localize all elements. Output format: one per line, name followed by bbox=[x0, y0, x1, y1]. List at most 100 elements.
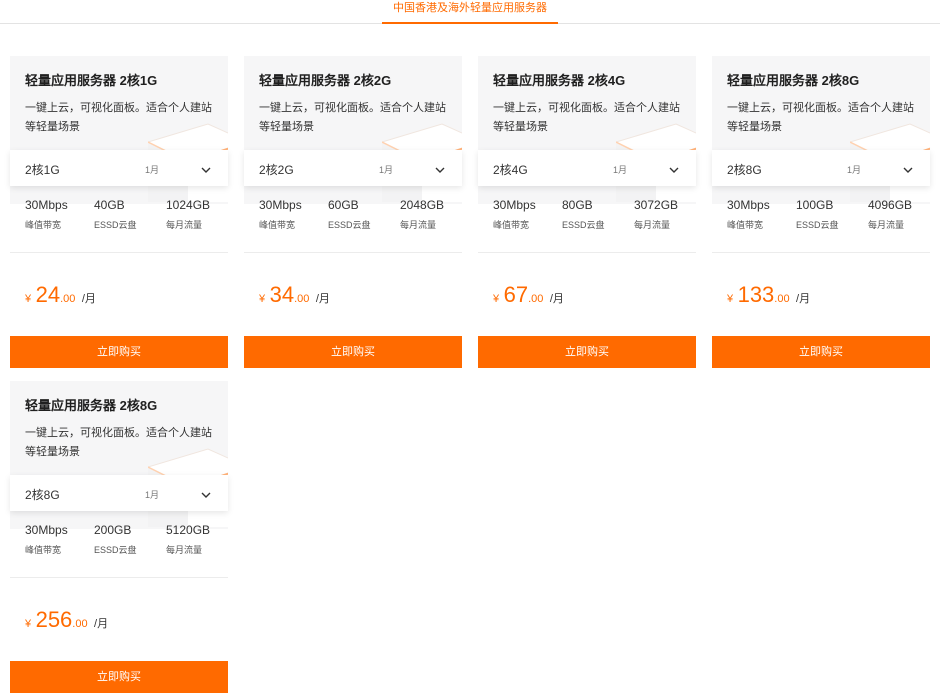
product-card: 轻量应用服务器 2核4G 一键上云，可视化面板。适合个人建站等轻量场景 2核4G… bbox=[478, 56, 696, 368]
spec-item: 30Mbps 峰值带宽 bbox=[25, 523, 68, 556]
product-card: 轻量应用服务器 2核8G 一键上云，可视化面板。适合个人建站等轻量场景 2核8G… bbox=[10, 381, 228, 693]
chevron-down-icon[interactable] bbox=[903, 162, 913, 173]
config-select[interactable]: 2核8G 1月 bbox=[10, 475, 228, 511]
spec-value: 2048GB bbox=[400, 198, 445, 212]
spec-value: 5120GB bbox=[166, 523, 211, 537]
spec-value: 30Mbps bbox=[493, 198, 536, 212]
divider bbox=[10, 577, 228, 578]
price-decimal: .00 bbox=[60, 293, 76, 305]
product-title: 轻量应用服务器 2核8G bbox=[727, 73, 860, 88]
chevron-down-icon[interactable] bbox=[669, 162, 679, 173]
price: ¥ 67.00 /月 bbox=[493, 282, 564, 308]
spec-value: 30Mbps bbox=[727, 198, 770, 212]
spec-label: ESSD云盘 bbox=[328, 220, 371, 230]
buy-now-button[interactable]: 立即购买 bbox=[478, 336, 696, 368]
price-integer: 256 bbox=[35, 607, 73, 632]
spec-label: 每月流量 bbox=[166, 545, 203, 555]
region-tab-bar: 中国香港及海外轻量应用服务器 bbox=[0, 0, 940, 24]
price-unit: /月 bbox=[315, 293, 330, 305]
spec-value: 30Mbps bbox=[25, 523, 68, 537]
currency-symbol: ¥ bbox=[259, 293, 266, 305]
duration-value: 1月 bbox=[847, 165, 862, 175]
spec-item: 40GB ESSD云盘 bbox=[94, 198, 137, 231]
config-value: 2核1G bbox=[25, 163, 60, 177]
divider bbox=[712, 252, 930, 253]
spec-item: 3072GB 每月流量 bbox=[634, 198, 678, 231]
spec-item: 200GB ESSD云盘 bbox=[94, 523, 137, 556]
spec-label: 峰值带宽 bbox=[259, 220, 296, 230]
price-unit: /月 bbox=[549, 293, 564, 305]
product-description: 一键上云，可视化面板。适合个人建站等轻量场景 bbox=[727, 102, 914, 133]
currency-symbol: ¥ bbox=[493, 293, 500, 305]
spec-item: 30Mbps 峰值带宽 bbox=[259, 198, 302, 231]
currency-symbol: ¥ bbox=[25, 618, 32, 630]
price: ¥ 34.00 /月 bbox=[259, 282, 330, 308]
currency-symbol: ¥ bbox=[727, 293, 734, 305]
spec-list: 30Mbps 峰值带宽 60GB ESSD云盘 2048GB 每月流量 bbox=[244, 198, 462, 252]
spec-value: 30Mbps bbox=[25, 198, 68, 212]
duration-value: 1月 bbox=[613, 165, 628, 175]
currency-symbol: ¥ bbox=[25, 293, 32, 305]
price: ¥ 133.00 /月 bbox=[727, 282, 810, 308]
spec-item: 1024GB 每月流量 bbox=[166, 198, 210, 231]
spec-list: 30Mbps 峰值带宽 80GB ESSD云盘 3072GB 每月流量 bbox=[478, 198, 696, 252]
divider bbox=[244, 252, 462, 253]
config-value: 2核8G bbox=[25, 488, 60, 502]
buy-now-button[interactable]: 立即购买 bbox=[712, 336, 930, 368]
tab-hk-overseas[interactable]: 中国香港及海外轻量应用服务器 bbox=[382, 0, 558, 24]
spec-item: 2048GB 每月流量 bbox=[400, 198, 444, 231]
buy-now-button[interactable]: 立即购买 bbox=[10, 336, 228, 368]
spec-label: 峰值带宽 bbox=[25, 545, 62, 555]
config-select[interactable]: 2核1G 1月 bbox=[10, 150, 228, 186]
spec-item: 30Mbps 峰值带宽 bbox=[727, 198, 770, 231]
config-value: 2核4G bbox=[493, 163, 528, 177]
duration-value: 1月 bbox=[145, 490, 160, 500]
product-card: 轻量应用服务器 2核8G 一键上云，可视化面板。适合个人建站等轻量场景 2核8G… bbox=[712, 56, 930, 368]
buy-now-button[interactable]: 立即购买 bbox=[10, 661, 228, 693]
config-select[interactable]: 2核4G 1月 bbox=[478, 150, 696, 186]
config-value: 2核8G bbox=[727, 163, 762, 177]
spec-label: ESSD云盘 bbox=[796, 220, 839, 230]
config-select[interactable]: 2核8G 1月 bbox=[712, 150, 930, 186]
spec-label: 每月流量 bbox=[400, 220, 437, 230]
price-integer: 24 bbox=[35, 282, 61, 307]
product-title: 轻量应用服务器 2核2G bbox=[259, 73, 392, 88]
price-unit: /月 bbox=[81, 293, 96, 305]
price-unit: /月 bbox=[94, 618, 109, 630]
spec-value: 60GB bbox=[328, 198, 359, 212]
product-title: 轻量应用服务器 2核4G bbox=[493, 73, 626, 88]
spec-label: ESSD云盘 bbox=[94, 545, 137, 555]
spec-value: 3072GB bbox=[634, 198, 679, 212]
spec-item: 80GB ESSD云盘 bbox=[562, 198, 605, 231]
duration-value: 1月 bbox=[379, 165, 394, 175]
price-integer: 133 bbox=[737, 282, 775, 307]
config-select[interactable]: 2核2G 1月 bbox=[244, 150, 462, 186]
chevron-down-icon[interactable] bbox=[201, 487, 211, 498]
divider bbox=[10, 252, 228, 253]
divider bbox=[478, 252, 696, 253]
spec-value: 200GB bbox=[94, 523, 132, 537]
spec-value: 40GB bbox=[94, 198, 125, 212]
spec-label: 峰值带宽 bbox=[493, 220, 530, 230]
spec-item: 100GB ESSD云盘 bbox=[796, 198, 839, 231]
product-title: 轻量应用服务器 2核8G bbox=[25, 398, 158, 413]
product-description: 一键上云，可视化面板。适合个人建站等轻量场景 bbox=[25, 102, 212, 133]
chevron-down-icon[interactable] bbox=[201, 162, 211, 173]
spec-item: 30Mbps 峰值带宽 bbox=[25, 198, 68, 231]
spec-item: 5120GB 每月流量 bbox=[166, 523, 210, 556]
spec-label: 峰值带宽 bbox=[25, 220, 62, 230]
product-description: 一键上云，可视化面板。适合个人建站等轻量场景 bbox=[493, 102, 680, 133]
product-card: 轻量应用服务器 2核1G 一键上云，可视化面板。适合个人建站等轻量场景 2核1G… bbox=[10, 56, 228, 368]
spec-list: 30Mbps 峰值带宽 40GB ESSD云盘 1024GB 每月流量 bbox=[10, 198, 228, 252]
product-description: 一键上云，可视化面板。适合个人建站等轻量场景 bbox=[25, 427, 212, 458]
price-integer: 34 bbox=[269, 282, 295, 307]
buy-now-button[interactable]: 立即购买 bbox=[244, 336, 462, 368]
product-card: 轻量应用服务器 2核2G 一键上云，可视化面板。适合个人建站等轻量场景 2核2G… bbox=[244, 56, 462, 368]
chevron-down-icon[interactable] bbox=[435, 162, 445, 173]
spec-label: 每月流量 bbox=[634, 220, 671, 230]
price-decimal: .00 bbox=[528, 293, 544, 305]
product-title: 轻量应用服务器 2核1G bbox=[25, 73, 158, 88]
spec-list: 30Mbps 峰值带宽 200GB ESSD云盘 5120GB 每月流量 bbox=[10, 523, 228, 577]
price-decimal: .00 bbox=[294, 293, 310, 305]
price-decimal: .00 bbox=[72, 618, 88, 630]
